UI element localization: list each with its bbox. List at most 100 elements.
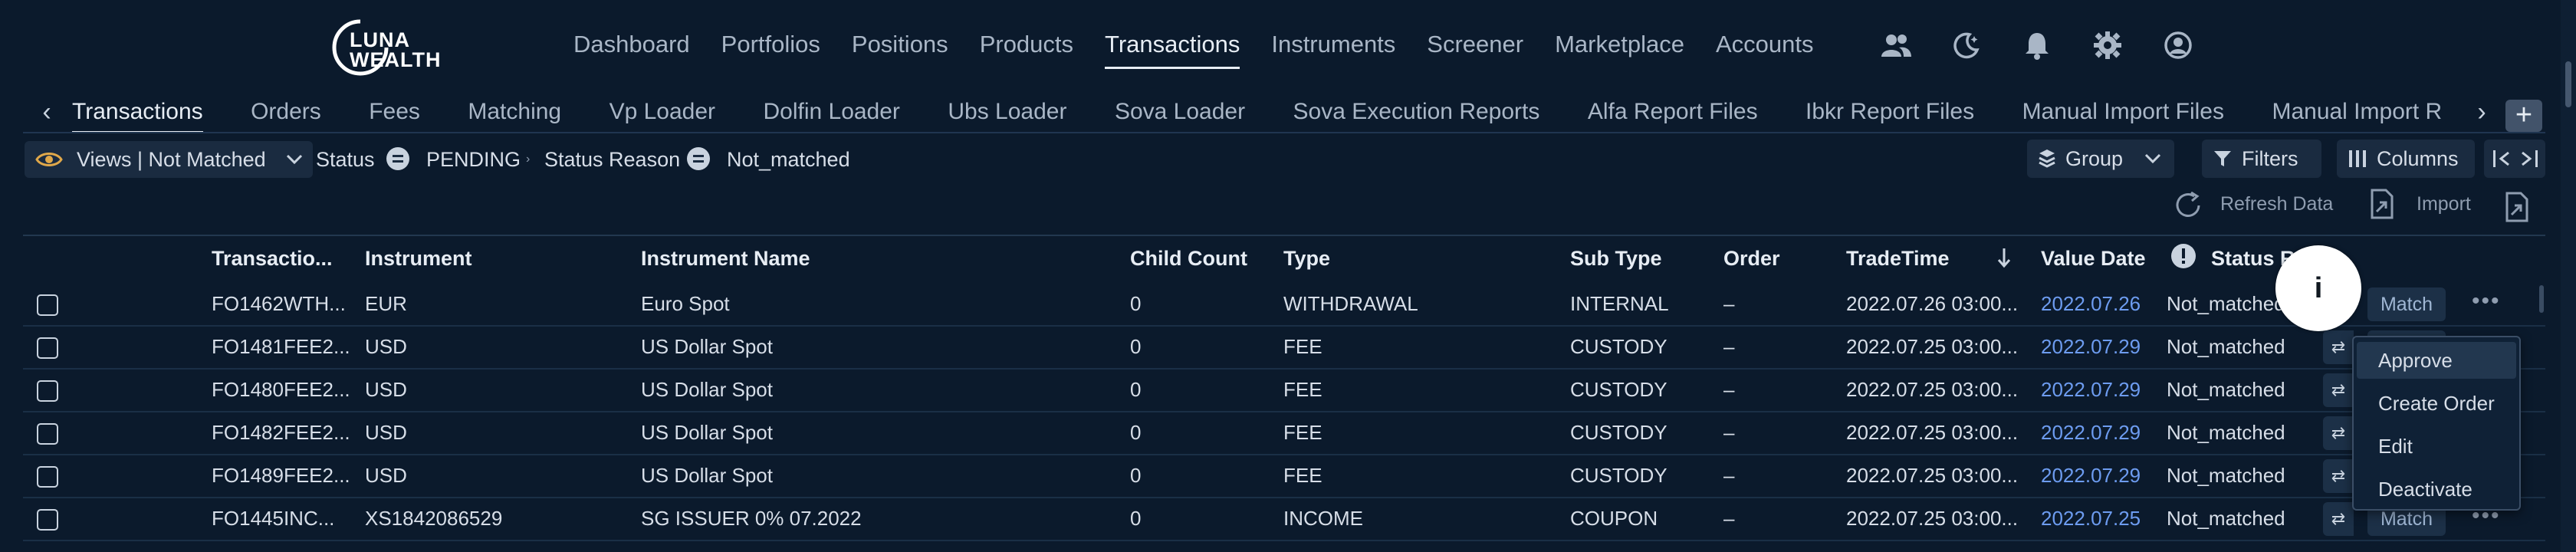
subtab-dolfin-loader[interactable]: Dolfin Loader: [763, 92, 899, 136]
import-file-icon[interactable]: [2369, 189, 2395, 219]
table-row[interactable]: FO1481FEE2... USD US Dollar Spot 0 FEE CUSTOD…: [23, 327, 2545, 370]
user-icon[interactable]: [2162, 29, 2194, 61]
table-row[interactable]: FO1462WTH... EUR Euro Spot 0 WITHDRAWAL INTER…: [23, 284, 2545, 327]
column-header-instrument-name[interactable]: Instrument Name: [641, 245, 810, 271]
filter-reason-value[interactable]: Not_matched: [727, 146, 850, 173]
swap-icon[interactable]: ⇄: [2323, 373, 2354, 407]
cell-sub-type: COUPON: [1570, 507, 1658, 530]
menu-item-edit[interactable]: Edit: [2357, 428, 2516, 465]
column-header-value-date[interactable]: Value Date: [2041, 245, 2146, 271]
cell-type: FEE: [1283, 378, 1322, 401]
gear-icon[interactable]: [2091, 29, 2124, 61]
tabs-scroll-right-icon[interactable]: ›: [2470, 97, 2493, 127]
more-options-icon[interactable]: •••: [2472, 290, 2501, 313]
nav-dashboard[interactable]: Dashboard: [573, 28, 690, 66]
column-header-sub-type[interactable]: Sub Type: [1570, 245, 1662, 271]
info-bubble[interactable]: i: [2275, 245, 2361, 331]
add-tab-button[interactable]: +: [2505, 100, 2542, 132]
cell-status-reason: Not_matched: [2167, 378, 2285, 401]
refresh-data-button[interactable]: Refresh Data: [2220, 193, 2333, 215]
views-label: Views | Not Matched: [77, 148, 266, 171]
cell-value-date[interactable]: 2022.07.29: [2041, 419, 2141, 446]
moon-icon[interactable]: [1950, 29, 1983, 61]
table-scrollbar[interactable]: [2539, 285, 2544, 313]
subtab-vp-loader[interactable]: Vp Loader: [610, 92, 715, 136]
import-button[interactable]: Import: [2417, 193, 2471, 215]
cell-type: FEE: [1283, 335, 1322, 358]
columns-button[interactable]: Columns: [2337, 140, 2475, 178]
cell-instrument-name: US Dollar Spot: [641, 421, 773, 444]
subtab-ibkr-report-files[interactable]: Ibkr Report Files: [1806, 92, 1974, 136]
cell-value-date[interactable]: 2022.07.26: [2041, 290, 2141, 317]
row-checkbox[interactable]: [37, 337, 58, 359]
column-header-child-count[interactable]: Child Count: [1130, 245, 1247, 271]
cell-instrument: EUR: [365, 292, 407, 315]
cell-instrument: USD: [365, 464, 407, 487]
filters-button[interactable]: Filters: [2202, 140, 2321, 178]
filter-status-value[interactable]: PENDING: [426, 146, 521, 173]
nav-transactions[interactable]: Transactions: [1105, 28, 1240, 69]
column-header-tradetime[interactable]: TradeTime: [1846, 245, 1950, 271]
swap-icon[interactable]: ⇄: [2323, 330, 2354, 364]
swap-icon[interactable]: ⇄: [2323, 502, 2354, 536]
nav-accounts[interactable]: Accounts: [1716, 28, 1814, 66]
views-selector[interactable]: Views | Not Matched: [25, 141, 313, 178]
cell-value-date[interactable]: 2022.07.29: [2041, 333, 2141, 360]
subtab-fees[interactable]: Fees: [369, 92, 420, 136]
row-checkbox[interactable]: [37, 294, 58, 316]
table-row[interactable]: FO1480FEE2... USD US Dollar Spot 0 FEE CUSTOD…: [23, 370, 2545, 412]
bell-icon[interactable]: [2021, 29, 2053, 61]
luna-wealth-logo[interactable]: LUNA WEALTH: [330, 17, 460, 78]
cell-child-count: 0: [1130, 507, 1142, 530]
collapse-panel-button[interactable]: [2484, 140, 2545, 178]
nav-products[interactable]: Products: [980, 28, 1073, 66]
subtab-orders[interactable]: Orders: [251, 92, 321, 136]
column-header-type[interactable]: Type: [1283, 245, 1330, 271]
cell-value-date[interactable]: 2022.07.29: [2041, 462, 2141, 489]
tabs-scroll-left-icon[interactable]: ‹: [35, 97, 58, 127]
cell-value-date[interactable]: 2022.07.29: [2041, 376, 2141, 403]
nav-instruments[interactable]: Instruments: [1271, 28, 1395, 66]
subtab-ubs-loader[interactable]: Ubs Loader: [948, 92, 1066, 136]
cell-child-count: 0: [1130, 421, 1142, 444]
cell-instrument: USD: [365, 335, 407, 358]
subtab-sova-execution-reports[interactable]: Sova Execution Reports: [1293, 92, 1540, 136]
column-header-order[interactable]: Order: [1723, 245, 1780, 271]
row-checkbox[interactable]: [37, 509, 58, 531]
funnel-icon: [2214, 151, 2231, 166]
nav-screener[interactable]: Screener: [1427, 28, 1523, 66]
subtab-manual-import-files[interactable]: Manual Import Files: [2022, 92, 2224, 136]
page-scrollbar-thumb[interactable]: [2565, 61, 2571, 107]
refresh-icon[interactable]: [2174, 192, 2205, 219]
table-row[interactable]: FO1482FEE2... USD US Dollar Spot 0 FEE CUSTOD…: [23, 412, 2545, 455]
group-label: Group: [2065, 146, 2124, 170]
subtab-alfa-report-files[interactable]: Alfa Report Files: [1588, 92, 1758, 136]
table-row[interactable]: FO1445INC... XS1842086529 SG ISSUER 0% 07.…: [23, 498, 2545, 541]
nav-marketplace[interactable]: Marketplace: [1555, 28, 1684, 66]
menu-item-deactivate[interactable]: Deactivate: [2357, 471, 2516, 508]
swap-icon[interactable]: ⇄: [2323, 416, 2354, 450]
chevron-down-icon: [286, 154, 303, 165]
row-checkbox[interactable]: [37, 423, 58, 445]
cell-value-date[interactable]: 2022.07.25: [2041, 504, 2141, 532]
subtab-transactions[interactable]: Transactions: [72, 92, 203, 136]
export-file-icon[interactable]: [2504, 192, 2530, 222]
table-row[interactable]: FO1489FEE2... USD US Dollar Spot 0 FEE CUSTOD…: [23, 455, 2545, 498]
column-header-transaction[interactable]: Transactio...: [212, 245, 333, 271]
cell-transaction-id: FO1445INC...: [212, 507, 335, 530]
nav-positions[interactable]: Positions: [852, 28, 948, 66]
match-button[interactable]: Match: [2367, 288, 2446, 321]
subtab-manual-import-r[interactable]: Manual Import R: [2272, 92, 2442, 136]
row-checkbox[interactable]: [37, 466, 58, 488]
row-checkbox[interactable]: [37, 380, 58, 402]
column-header-instrument[interactable]: Instrument: [365, 245, 472, 271]
menu-item-create-order[interactable]: Create Order: [2357, 385, 2516, 422]
sort-descending-icon[interactable]: [1996, 247, 2012, 268]
subtab-sova-loader[interactable]: Sova Loader: [1115, 92, 1245, 136]
group-button[interactable]: Group: [2027, 140, 2174, 178]
people-icon[interactable]: [1880, 29, 1912, 61]
menu-item-approve[interactable]: Approve: [2357, 342, 2516, 379]
nav-portfolios[interactable]: Portfolios: [721, 28, 820, 66]
subtab-matching[interactable]: Matching: [468, 92, 561, 136]
swap-icon[interactable]: ⇄: [2323, 459, 2354, 493]
